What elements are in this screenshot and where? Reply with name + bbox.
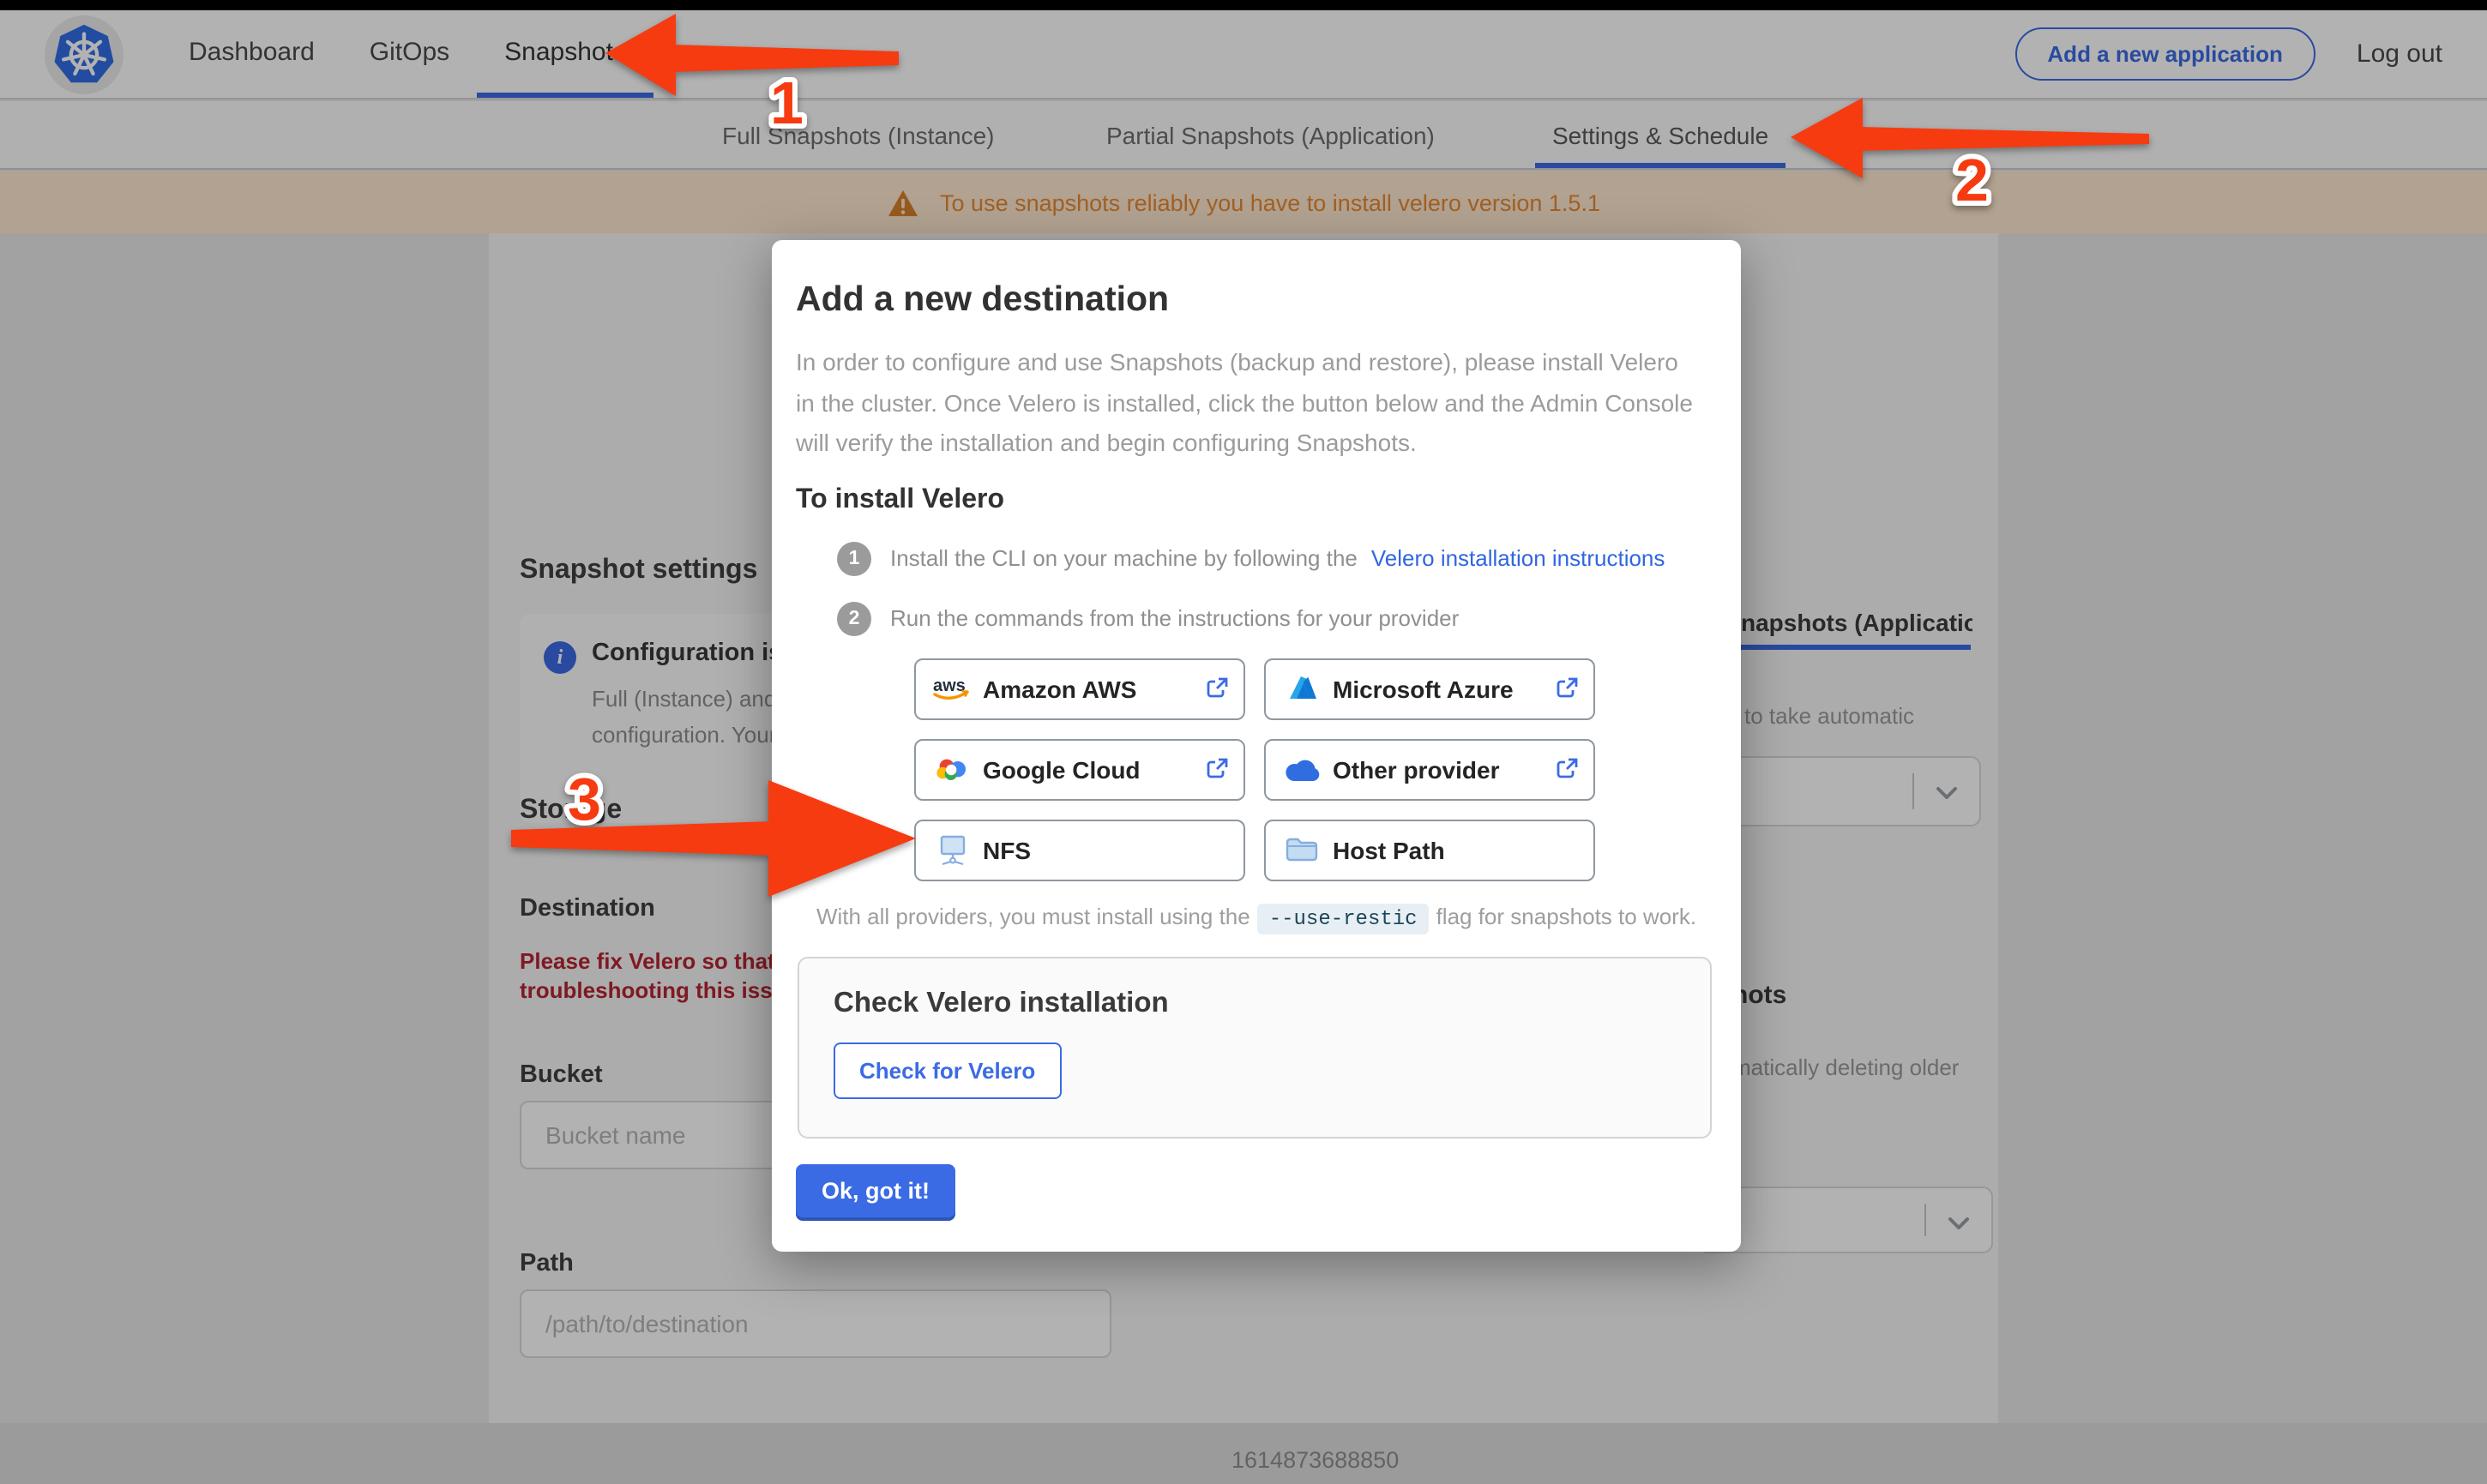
step-1-badge: 1 bbox=[837, 541, 871, 575]
folder-icon bbox=[1281, 837, 1322, 862]
install-step-1: 1 Install the CLI on your machine by fol… bbox=[837, 541, 1717, 575]
provider-button-amazon-aws[interactable]: aws Amazon AWS bbox=[914, 658, 1245, 719]
cloud-icon bbox=[1281, 757, 1322, 781]
install-velero-heading: To install Velero bbox=[796, 484, 1717, 515]
external-link-icon bbox=[1556, 758, 1578, 780]
provider-label: Amazon AWS bbox=[983, 675, 1136, 702]
step-2-text: Run the commands from the instructions f… bbox=[890, 605, 1459, 631]
external-link-icon bbox=[1556, 677, 1578, 700]
restic-prefix: With all providers, you must install usi… bbox=[816, 903, 1250, 928]
add-destination-modal: Add a new destination In order to config… bbox=[772, 240, 1741, 1252]
provider-label: NFS bbox=[983, 836, 1031, 863]
velero-instructions-link[interactable]: Velero installation instructions bbox=[1371, 545, 1665, 571]
provider-button-google-cloud[interactable]: Google Cloud bbox=[914, 738, 1245, 800]
modal-intro: In order to configure and use Snapshots … bbox=[796, 343, 1696, 464]
provider-label: Other provider bbox=[1333, 755, 1500, 783]
provider-button-nfs[interactable]: NFS bbox=[914, 819, 1245, 880]
svg-text:aws: aws bbox=[933, 676, 966, 695]
external-link-icon bbox=[1206, 677, 1228, 700]
provider-label: Host Path bbox=[1333, 836, 1445, 863]
provider-button-other[interactable]: Other provider bbox=[1264, 738, 1595, 800]
nfs-icon bbox=[931, 834, 973, 865]
modal-title: Add a new destination bbox=[796, 279, 1717, 321]
azure-icon bbox=[1281, 676, 1322, 701]
use-restic-flag: --use-restic bbox=[1257, 903, 1430, 934]
check-velero-heading: Check Velero installation bbox=[834, 987, 1676, 1019]
provider-button-microsoft-azure[interactable]: Microsoft Azure bbox=[1264, 658, 1595, 719]
external-link-icon bbox=[1206, 758, 1228, 780]
step-1-text: Install the CLI on your machine by follo… bbox=[890, 545, 1358, 571]
restic-suffix: flag for snapshots to work. bbox=[1436, 903, 1697, 928]
ok-got-it-button[interactable]: Ok, got it! bbox=[796, 1163, 955, 1217]
google-cloud-icon bbox=[931, 756, 973, 782]
provider-label: Google Cloud bbox=[983, 755, 1141, 783]
step-2-badge: 2 bbox=[837, 601, 871, 635]
check-for-velero-button[interactable]: Check for Velero bbox=[834, 1042, 1061, 1098]
restic-note: With all providers, you must install usi… bbox=[796, 903, 1717, 930]
app-window: Dashboard GitOps Snapshots Add a new app… bbox=[0, 0, 2487, 1484]
provider-button-host-path[interactable]: Host Path bbox=[1264, 819, 1595, 880]
install-step-2: 2 Run the commands from the instructions… bbox=[837, 601, 1717, 635]
check-velero-box: Check Velero installation Check for Vele… bbox=[798, 956, 1712, 1138]
provider-grid: aws Amazon AWS bbox=[914, 658, 1717, 880]
aws-icon: aws bbox=[931, 676, 973, 701]
provider-label: Microsoft Azure bbox=[1333, 675, 1514, 702]
